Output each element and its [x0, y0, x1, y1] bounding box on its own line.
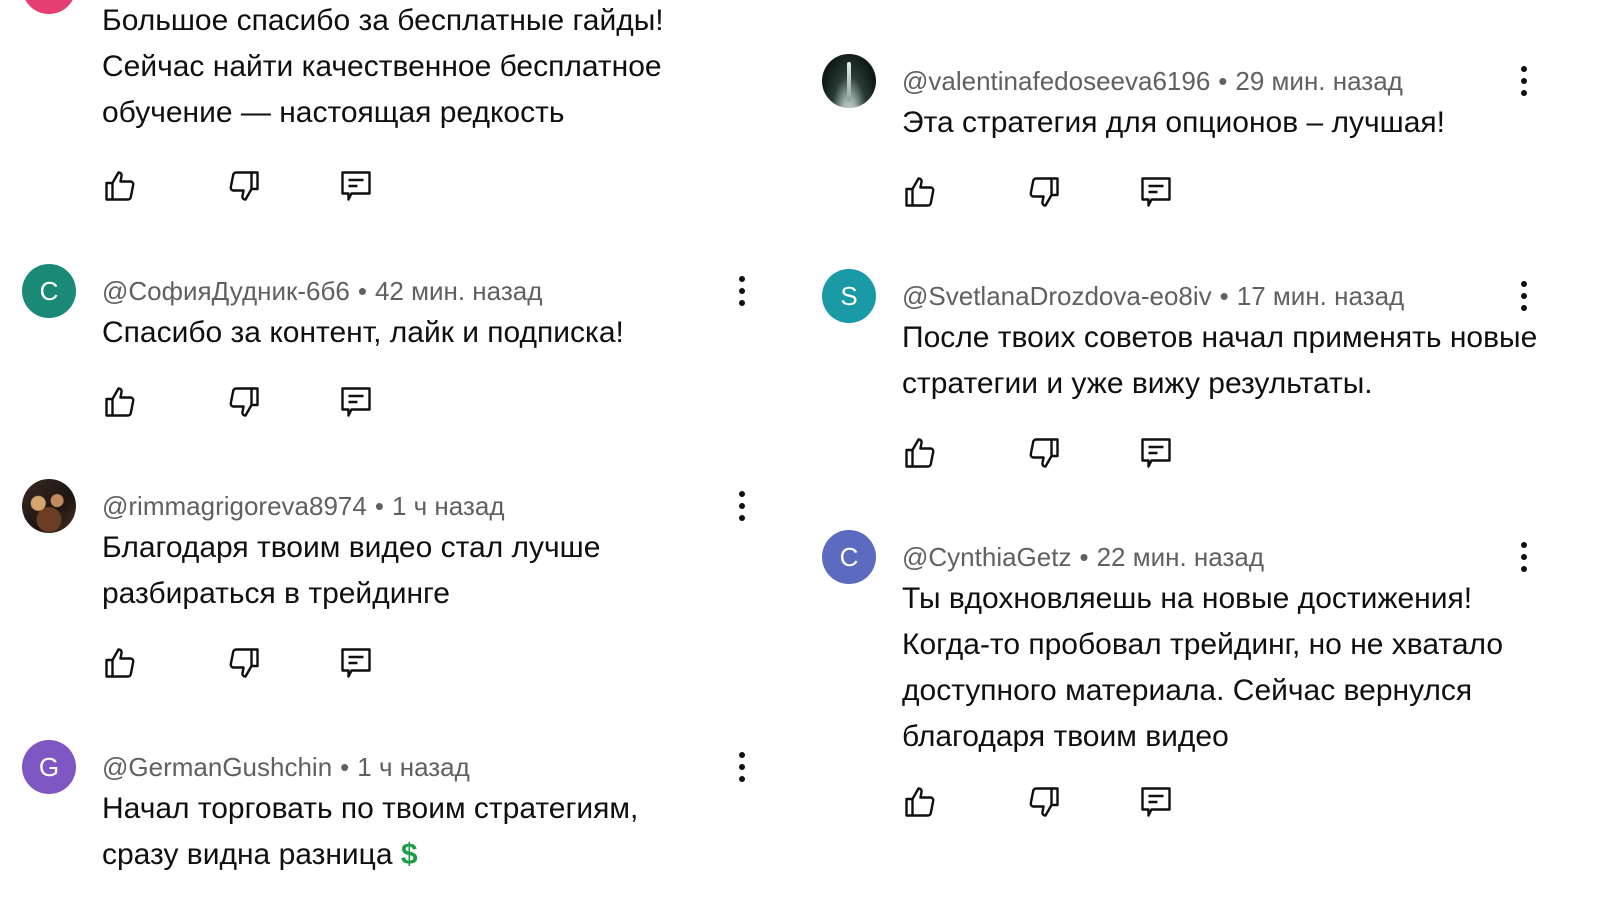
thumb-down-icon[interactable] [226, 168, 262, 204]
dollar-icon: $ [400, 838, 418, 871]
reply-icon[interactable] [1138, 435, 1174, 471]
comment-time[interactable]: 1 ч назад [357, 752, 470, 783]
comment-author[interactable]: @SvetlanaDrozdova-eo8iv [902, 281, 1212, 312]
more-vert-icon[interactable] [1514, 277, 1534, 315]
comment-text: Спасибо за контент, лайк и подписка! [102, 316, 624, 349]
thumb-down-icon[interactable] [226, 384, 262, 420]
meta-separator: • [1079, 541, 1089, 572]
avatar[interactable]: С [22, 264, 76, 318]
avatar[interactable]: C [822, 530, 876, 584]
thumb-down-icon[interactable] [226, 645, 262, 681]
comment-text: Большое спасибо за бесплатные гайды! Сей… [102, 4, 664, 129]
thumb-up-icon[interactable] [102, 645, 138, 681]
thumb-up-icon[interactable] [902, 435, 938, 471]
thumb-up-icon[interactable] [102, 384, 138, 420]
meta-separator: • [357, 275, 367, 306]
comment-text: Начал торговать по твоим стратегиям, сра… [102, 786, 722, 878]
thumb-down-icon[interactable] [1026, 784, 1062, 820]
more-vert-icon[interactable] [732, 748, 752, 786]
reply-icon[interactable] [338, 645, 374, 681]
comment-time[interactable]: 29 мин. назад [1235, 66, 1402, 97]
meta-separator: • [340, 751, 350, 782]
thumb-down-icon[interactable] [1026, 174, 1062, 210]
comment-text: Благодаря твоим видео стал лучше разбира… [102, 531, 601, 610]
avatar[interactable] [822, 54, 876, 108]
avatar[interactable] [22, 0, 76, 14]
thumb-down-icon[interactable] [1026, 435, 1062, 471]
comment-author[interactable]: @СофияДудник-6б6 [102, 276, 350, 307]
comment-author[interactable]: @valentinafedoseeva6196 [902, 66, 1210, 97]
comment-text-body: Начал торговать по твоим стратегиям, сра… [102, 792, 639, 871]
comment-text: Эта стратегия для опционов – лучшая! [902, 106, 1445, 139]
reply-icon[interactable] [338, 384, 374, 420]
avatar-letter: S [840, 280, 858, 311]
avatar-letter: G [38, 751, 60, 782]
avatar[interactable]: S [822, 269, 876, 323]
comment-author[interactable]: @rimmagrigoreva8974 [102, 491, 367, 522]
comment-author[interactable]: @GermanGushchin [102, 752, 332, 783]
meta-separator: • [1218, 65, 1228, 96]
comment-text: Ты вдохновляешь на новые достижения! Ког… [902, 582, 1504, 753]
reply-icon[interactable] [1138, 174, 1174, 210]
more-vert-icon[interactable] [732, 487, 752, 525]
meta-separator: • [1219, 280, 1229, 311]
avatar-letter: С [39, 275, 59, 306]
avatar-letter: C [839, 541, 859, 572]
thumb-up-icon[interactable] [102, 168, 138, 204]
thumb-up-icon[interactable] [902, 174, 938, 210]
comment-time[interactable]: 22 мин. назад [1097, 542, 1264, 573]
reply-icon[interactable] [1138, 784, 1174, 820]
avatar[interactable]: G [22, 740, 76, 794]
thumb-up-icon[interactable] [902, 784, 938, 820]
avatar[interactable] [22, 479, 76, 533]
more-vert-icon[interactable] [1514, 62, 1534, 100]
comment-time[interactable]: 1 ч назад [392, 491, 505, 522]
more-vert-icon[interactable] [732, 272, 752, 310]
more-vert-icon[interactable] [1514, 538, 1534, 576]
comment-author[interactable]: @CynthiaGetz [902, 542, 1071, 573]
reply-icon[interactable] [338, 168, 374, 204]
comment-text: После твоих советов начал применять новы… [902, 321, 1538, 400]
comment-time[interactable]: 42 мин. назад [375, 276, 542, 307]
meta-separator: • [374, 490, 384, 521]
comment-time[interactable]: 17 мин. назад [1237, 281, 1404, 312]
